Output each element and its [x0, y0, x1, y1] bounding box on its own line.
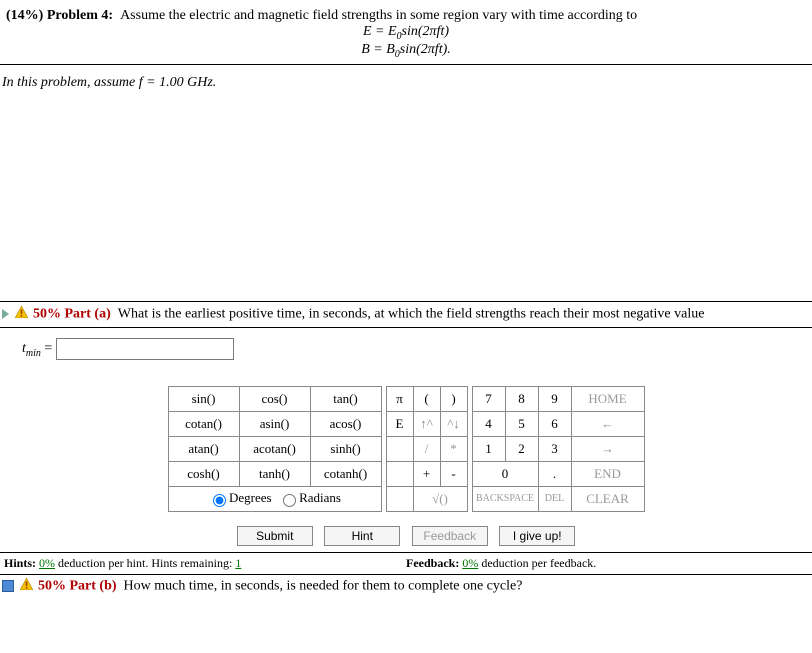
symbol-pad: π() E↑^^↓ /* +- √(): [386, 386, 468, 512]
key-8[interactable]: 8: [505, 386, 538, 411]
key-6[interactable]: 6: [538, 411, 571, 436]
answer-input[interactable]: [56, 338, 234, 360]
part-a-question: What is the earliest positive time, in s…: [118, 306, 705, 321]
part-a-percent: 50%: [33, 306, 61, 321]
action-buttons: Submit Hint Feedback I give up!: [0, 526, 812, 546]
giveup-button[interactable]: I give up!: [499, 526, 575, 546]
key-minus[interactable]: -: [440, 461, 467, 486]
degrees-radio[interactable]: [213, 494, 226, 507]
key-7[interactable]: 7: [472, 386, 505, 411]
key-3[interactable]: 3: [538, 436, 571, 461]
key-slash[interactable]: /: [413, 436, 440, 461]
hint-button[interactable]: Hint: [324, 526, 400, 546]
feedback-button[interactable]: Feedback: [412, 526, 488, 546]
fn-cos[interactable]: cos(): [239, 386, 310, 411]
problem-label: Problem 4:: [47, 8, 113, 23]
key-pow-down[interactable]: ^↓: [440, 411, 467, 436]
fn-cotanh[interactable]: cotanh(): [310, 461, 381, 486]
part-b-bar: 50% Part (b) How much time, in seconds, …: [0, 574, 812, 599]
key-empty-3: [386, 486, 413, 511]
fn-tanh[interactable]: tanh(): [239, 461, 310, 486]
warning-icon: [20, 578, 33, 595]
hint-info-row: Hints: 0% deduction per hint. Hints rema…: [0, 552, 812, 574]
number-pad: 789HOME 456← 123→ 0.END BACKSPACEDELCLEA…: [472, 386, 645, 512]
hints-remaining[interactable]: 1: [235, 556, 241, 570]
part-b-question: How much time, in seconds, is needed for…: [124, 578, 523, 593]
radians-radio[interactable]: [283, 494, 296, 507]
fn-cotan[interactable]: cotan(): [168, 411, 239, 436]
part-a-label: Part (a): [65, 306, 111, 321]
key-sqrt[interactable]: √(): [413, 486, 467, 511]
key-star[interactable]: *: [440, 436, 467, 461]
key-9[interactable]: 9: [538, 386, 571, 411]
key-end[interactable]: END: [571, 461, 644, 486]
key-lparen[interactable]: (: [413, 386, 440, 411]
function-pad: sin()cos()tan() cotan()asin()acos() atan…: [168, 386, 382, 512]
key-5[interactable]: 5: [505, 411, 538, 436]
part-a-bar: 50% Part (a) What is the earliest positi…: [0, 301, 812, 328]
fn-asin[interactable]: asin(): [239, 411, 310, 436]
key-0[interactable]: 0: [472, 461, 538, 486]
answer-var-sub: min: [26, 348, 41, 359]
assumption-text: In this problem, assume f = 1.00 GHz.: [0, 65, 812, 101]
equation-2: B = B0sin(2πft).: [6, 42, 806, 60]
key-1[interactable]: 1: [472, 436, 505, 461]
warning-icon: [15, 306, 28, 323]
problem-header: (14%) Problem 4: Assume the electric and…: [0, 0, 812, 65]
hints-label: Hints:: [4, 556, 36, 570]
angle-mode-row: Degrees Radians: [168, 486, 381, 511]
collapse-icon[interactable]: [2, 580, 14, 592]
calculator-pad: sin()cos()tan() cotan()asin()acos() atan…: [0, 386, 812, 512]
key-plus[interactable]: +: [413, 461, 440, 486]
key-2[interactable]: 2: [505, 436, 538, 461]
problem-statement: Assume the electric and magnetic field s…: [120, 8, 637, 23]
fn-acos[interactable]: acos(): [310, 411, 381, 436]
key-dot[interactable]: .: [538, 461, 571, 486]
submit-button[interactable]: Submit: [237, 526, 313, 546]
key-right[interactable]: →: [571, 436, 644, 461]
part-b-percent: 50%: [38, 578, 66, 593]
key-home[interactable]: HOME: [571, 386, 644, 411]
fn-sinh[interactable]: sinh(): [310, 436, 381, 461]
key-E[interactable]: E: [386, 411, 413, 436]
hints-pct[interactable]: 0%: [39, 556, 55, 570]
expand-icon[interactable]: [2, 309, 9, 319]
answer-area: tmin =: [0, 328, 812, 368]
feedback-pct[interactable]: 0%: [462, 556, 478, 570]
key-rparen[interactable]: ): [440, 386, 467, 411]
fn-cosh[interactable]: cosh(): [168, 461, 239, 486]
problem-weight: (14%): [6, 8, 43, 23]
equation-1: E = E0sin(2πft): [6, 24, 806, 42]
key-del[interactable]: DEL: [538, 486, 571, 511]
key-pow-up[interactable]: ↑^: [413, 411, 440, 436]
key-clear[interactable]: CLEAR: [571, 486, 644, 511]
key-empty-2: [386, 461, 413, 486]
part-b-label: Part (b): [70, 578, 117, 593]
fn-tan[interactable]: tan(): [310, 386, 381, 411]
key-empty-1: [386, 436, 413, 461]
fn-atan[interactable]: atan(): [168, 436, 239, 461]
key-pi[interactable]: π: [386, 386, 413, 411]
key-backspace[interactable]: BACKSPACE: [472, 486, 538, 511]
key-left[interactable]: ←: [571, 411, 644, 436]
feedback-label: Feedback:: [406, 556, 459, 570]
key-4[interactable]: 4: [472, 411, 505, 436]
fn-acotan[interactable]: acotan(): [239, 436, 310, 461]
fn-sin[interactable]: sin(): [168, 386, 239, 411]
